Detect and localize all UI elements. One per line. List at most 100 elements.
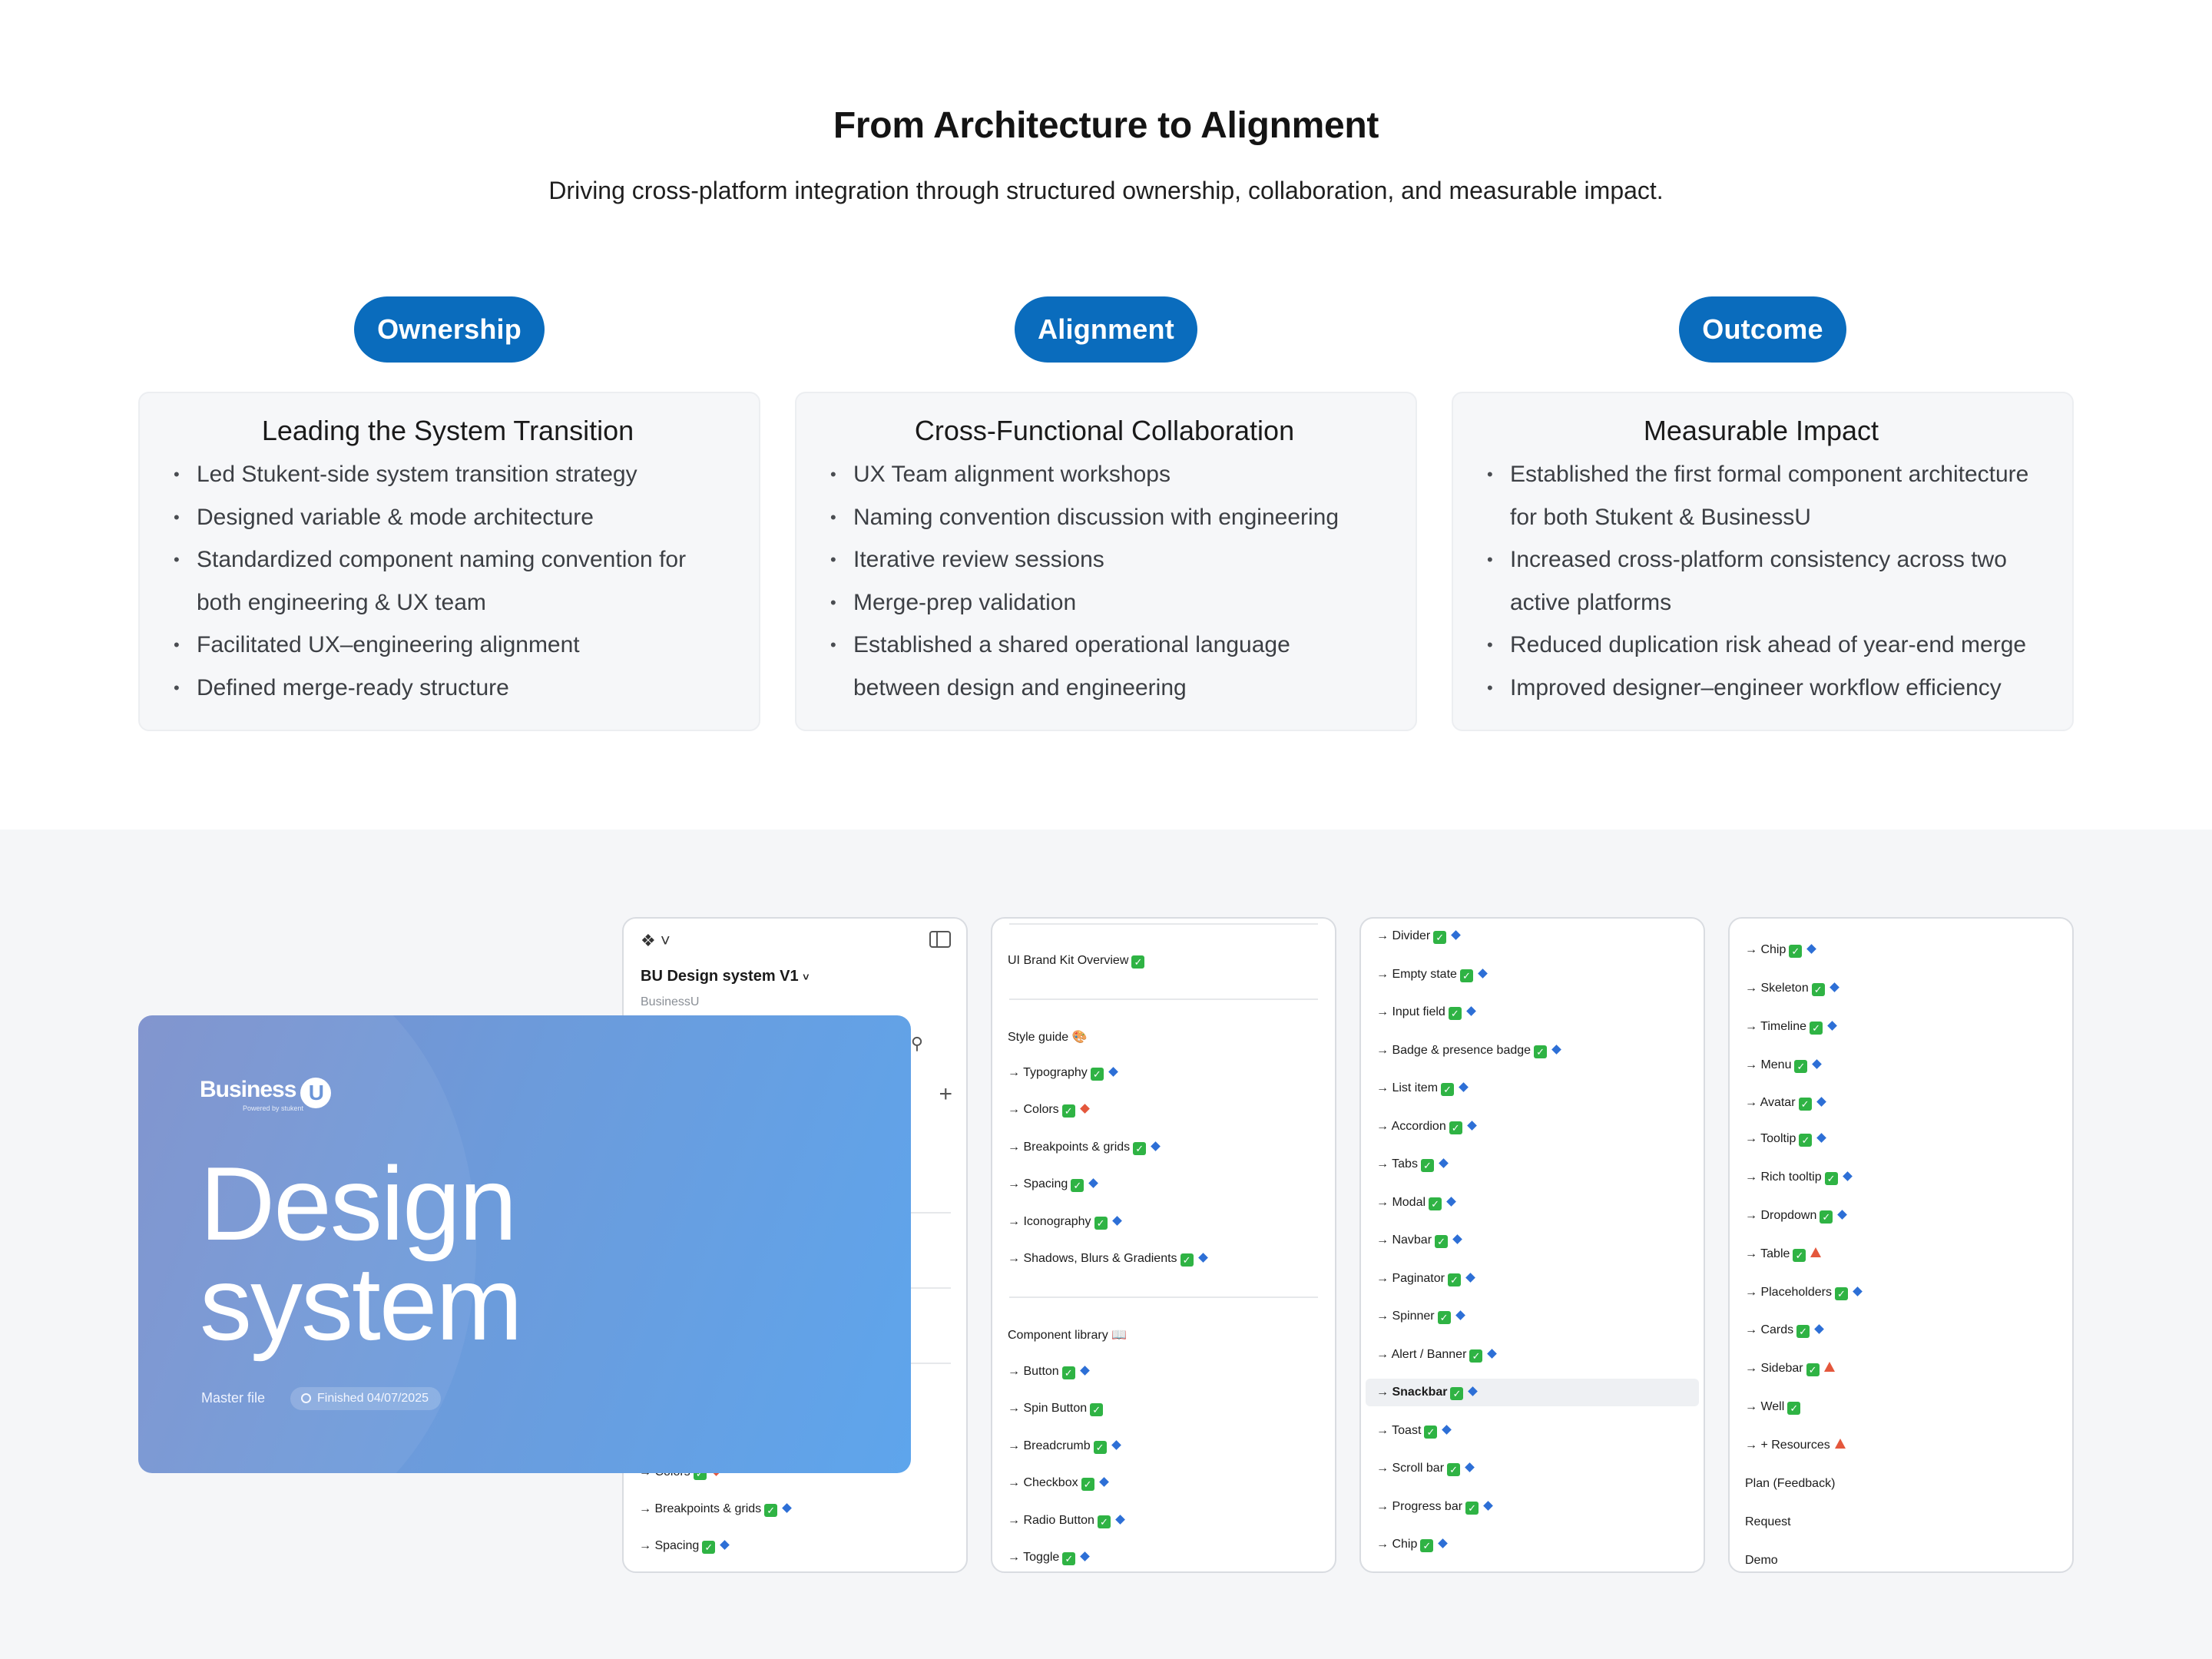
page-item[interactable]: Plan (Feedback): [1745, 1477, 1835, 1491]
page-label: → Spin Button: [1008, 1402, 1088, 1415]
figma-menu-icon[interactable]: ❖ ˅: [641, 931, 671, 951]
page-label: → Divider: [1376, 929, 1431, 942]
check-icon: ✓: [1810, 1022, 1823, 1035]
pages-panel-components: → Divider ✓ → Empty state ✓ → Input field ✓ → …: [1359, 917, 1705, 1573]
page-item[interactable]: → Snackbar ✓: [1376, 1386, 1479, 1400]
page-item[interactable]: → Dropdown ✓: [1745, 1209, 1848, 1224]
page-item[interactable]: → Sidebar ✓: [1745, 1362, 1835, 1376]
page-label: → Snackbar: [1376, 1386, 1448, 1399]
cover-meta: Master file: [201, 1390, 266, 1406]
page-item[interactable]: → Skeleton ✓: [1745, 982, 1839, 996]
page-item[interactable]: Style guide 🎨: [1008, 1029, 1088, 1045]
page-label: → Skeleton: [1745, 982, 1809, 995]
add-page-icon[interactable]: +: [939, 1081, 952, 1108]
page-item[interactable]: → Spinner ✓: [1376, 1310, 1465, 1324]
page-item[interactable]: → Chip ✓: [1376, 1538, 1449, 1552]
file-title[interactable]: BU Design system V1 ˅: [641, 968, 809, 985]
page-label: → Spacing: [1008, 1177, 1068, 1190]
page-item[interactable]: → Colors✓: [1008, 1103, 1090, 1118]
sidebar-toggle-icon[interactable]: [929, 931, 951, 948]
page-label: → Paginator: [1376, 1272, 1445, 1285]
page-item[interactable]: → Avatar ✓: [1745, 1096, 1826, 1111]
page-item[interactable]: Request: [1745, 1515, 1791, 1529]
page-item[interactable]: → Paginator ✓: [1376, 1272, 1475, 1286]
page-item[interactable]: → Empty state ✓: [1376, 968, 1488, 982]
page-item[interactable]: → Modal ✓: [1376, 1196, 1456, 1210]
page-item[interactable]: → Radio Button ✓: [1008, 1514, 1125, 1528]
page-label: → Shadows, Blurs & Gradients: [1008, 1252, 1177, 1265]
page-item[interactable]: → Well ✓: [1745, 1400, 1801, 1415]
warning-icon: [1834, 1439, 1846, 1449]
page-item[interactable]: → + Resources: [1745, 1439, 1846, 1452]
page-label: → Alert / Banner: [1376, 1348, 1467, 1361]
list-item: Improved designer–engineer workflow effi…: [1487, 667, 2035, 710]
page-item[interactable]: → Navbar ✓: [1376, 1233, 1462, 1248]
page-item[interactable]: → Iconography ✓: [1008, 1215, 1122, 1230]
page-item[interactable]: → Breakpoints & grids ✓: [639, 1502, 793, 1517]
overview-section: From Architecture to Alignment Driving c…: [0, 0, 2212, 830]
diamond-icon: [1455, 1310, 1465, 1320]
outcome-column: Outcome Measurable Impact Established th…: [1452, 296, 2074, 731]
check-icon: ✓: [1448, 1007, 1462, 1020]
page-item[interactable]: → Breakpoints & grids ✓: [1008, 1141, 1161, 1155]
page-label: → Badge & presence badge: [1376, 1044, 1532, 1057]
diamond-icon: [1483, 1501, 1493, 1511]
cover-heading-line: system: [200, 1245, 523, 1362]
list-item: Designed variable & mode architecture: [174, 496, 722, 539]
page-item[interactable]: → List item ✓: [1376, 1081, 1469, 1096]
page-item[interactable]: → Rich tooltip ✓: [1745, 1171, 1853, 1185]
check-icon: ✓: [1424, 1426, 1438, 1439]
page-label: → Toast: [1376, 1424, 1422, 1437]
diamond-icon: [1459, 1082, 1469, 1092]
page-item[interactable]: → Table ✓: [1745, 1247, 1822, 1262]
page-item[interactable]: → Spacing ✓: [639, 1539, 730, 1554]
page-item[interactable]: UI Brand Kit Overview ✓: [1008, 954, 1145, 969]
page-item[interactable]: → Toast ✓: [1376, 1424, 1452, 1439]
diamond-icon: [1465, 1462, 1475, 1472]
diamond-icon: [1080, 1551, 1091, 1561]
diamond-icon: [1108, 1067, 1118, 1077]
page-label: → Avatar: [1745, 1096, 1796, 1109]
page-item[interactable]: → Checkbox ✓: [1008, 1476, 1109, 1491]
diamond-icon: [1446, 1197, 1456, 1207]
page-label: → Breakpoints & grids: [1008, 1141, 1131, 1154]
page-item[interactable]: → Input field ✓: [1376, 1005, 1476, 1020]
check-icon: ✓: [1794, 1060, 1808, 1073]
page-subtitle: Driving cross-platform integration throu…: [548, 177, 1664, 204]
check-icon: ✓: [1429, 1197, 1442, 1210]
page-item[interactable]: → Badge & presence badge ✓: [1376, 1044, 1561, 1058]
page-item[interactable]: → Placeholders ✓: [1745, 1286, 1863, 1300]
page-label: → Cards: [1745, 1323, 1794, 1336]
page-item[interactable]: Demo: [1745, 1554, 1778, 1568]
page-item[interactable]: → Progress bar ✓: [1376, 1500, 1493, 1515]
page-label: → + Resources: [1745, 1439, 1830, 1452]
page-label: → Spacing: [639, 1539, 700, 1552]
outcome-pill: Outcome: [1679, 296, 1846, 363]
card-title: Measurable Impact: [1643, 415, 1879, 446]
page-item[interactable]: → Alert / Banner ✓: [1376, 1348, 1498, 1363]
page-item[interactable]: → Shadows, Blurs & Gradients ✓: [1008, 1252, 1208, 1267]
page-item[interactable]: → Scroll bar ✓: [1376, 1462, 1475, 1476]
page-item[interactable]: → Toggle ✓: [1008, 1551, 1091, 1565]
page-item[interactable]: → Accordion ✓: [1376, 1120, 1477, 1134]
check-icon: ✓: [1811, 983, 1825, 996]
page-item[interactable]: → Typography ✓: [1008, 1066, 1118, 1081]
page-item[interactable]: → Button ✓: [1008, 1365, 1090, 1379]
check-icon: ✓: [1796, 1325, 1810, 1338]
page-item[interactable]: → Chip ✓: [1745, 943, 1817, 958]
page-item[interactable]: Component library 📖: [1008, 1327, 1127, 1343]
page-item[interactable]: → Divider ✓: [1376, 929, 1462, 944]
page-item[interactable]: → Cards ✓: [1745, 1323, 1824, 1338]
page-item[interactable]: → Breadcrumb ✓: [1008, 1439, 1121, 1454]
divider: [905, 1287, 951, 1289]
page-item[interactable]: → Spin Button ✓: [1008, 1402, 1104, 1416]
check-icon: ✓: [1133, 1142, 1147, 1155]
page-item[interactable]: → Timeline ✓: [1745, 1020, 1837, 1035]
page-item[interactable]: → Tabs ✓: [1376, 1157, 1449, 1172]
page-label: → Menu: [1745, 1058, 1792, 1071]
page-item[interactable]: → Tooltip ✓: [1745, 1132, 1827, 1147]
page-item[interactable]: → Spacing ✓: [1008, 1177, 1099, 1192]
diamond-icon: [1079, 1104, 1090, 1114]
page-item[interactable]: → Menu ✓: [1745, 1058, 1823, 1073]
search-icon[interactable]: ⚲: [911, 1034, 923, 1054]
